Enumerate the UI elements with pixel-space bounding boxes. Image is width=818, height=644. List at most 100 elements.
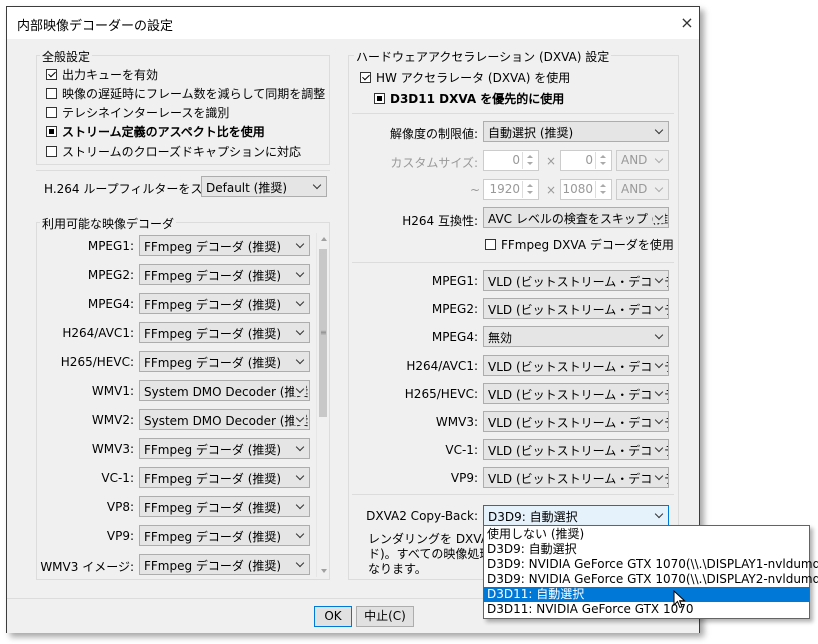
- copyback-select[interactable]: D3D9: 自動選択: [483, 505, 669, 526]
- dropdown-option[interactable]: 使用しない (推奨): [484, 527, 809, 542]
- decoder-label: MPEG2:: [87, 268, 134, 282]
- custom-width-spin: 0: [483, 150, 539, 171]
- chevron-down-icon: [294, 442, 306, 454]
- decoder-select[interactable]: FFmpeg デコーダ (推奨): [139, 554, 310, 575]
- telecine-label[interactable]: テレシネインターレースを識別: [62, 104, 229, 121]
- chevron-down-icon: [294, 384, 306, 396]
- stream-aspect-checkbox[interactable]: [46, 126, 57, 137]
- chevron-down-icon: [653, 509, 665, 521]
- stream-aspect-label[interactable]: ストリーム定義のアスペクト比を使用: [62, 123, 265, 140]
- copyback-label: DXVA2 Copy-Back:: [366, 509, 478, 523]
- dxva-separator-1: [352, 113, 674, 114]
- d3d11-label[interactable]: D3D11 DXVA を優先的に使用: [390, 90, 564, 107]
- dxva-decoder-select[interactable]: VLD (ビットストリーム・デコーディング): [483, 411, 669, 432]
- decoder-label: WMV2:: [91, 413, 134, 427]
- dxva-decoder-label: WMV3:: [435, 415, 478, 429]
- decoder-select[interactable]: FFmpeg デコーダ (推奨): [139, 322, 310, 343]
- and-value-1: AND: [621, 153, 648, 167]
- scroll-up-icon[interactable]: [321, 237, 327, 241]
- h264-loop-label: H.264 ループフィルターをスキッ: [44, 182, 227, 196]
- dxva-decoder-label: H264/AVC1:: [406, 359, 478, 373]
- copyback-value: D3D9: 自動選択: [488, 510, 578, 524]
- dxva-decoder-select[interactable]: VLD (ビットストリーム・デコーディング): [483, 355, 669, 376]
- cancel-button[interactable]: 中止(C): [356, 606, 414, 627]
- closed-caption-checkbox[interactable]: [46, 146, 57, 157]
- dxva-decoder-value: VLD (ビットストリーム・デコーディング): [488, 275, 668, 289]
- dropdown-option[interactable]: D3D9: 自動選択: [484, 542, 809, 557]
- decoders-group-label: 利用可能な映像デコーダ: [40, 215, 177, 232]
- dxva-decoder-label: H265/HEVC:: [404, 387, 478, 401]
- decoder-label: WMV1:: [91, 384, 134, 398]
- chevron-down-icon: [294, 297, 306, 309]
- title-bar: 内部映像デコーダーの設定 ×: [7, 7, 699, 39]
- frame-drop-label[interactable]: 映像の遅延時にフレーム数を減らして同期を調整: [62, 85, 325, 102]
- decoder-label: MPEG1:: [87, 239, 134, 253]
- close-icon[interactable]: ×: [679, 13, 695, 32]
- decoder-select[interactable]: FFmpeg デコーダ (推奨): [139, 351, 310, 372]
- h264-loop-select[interactable]: Default (推奨): [201, 176, 327, 197]
- decoder-value: FFmpeg デコーダ (推奨): [144, 559, 282, 573]
- dxva-decoder-value: 無効: [488, 331, 513, 345]
- decoder-label: MPEG4:: [87, 297, 134, 311]
- decoder-select[interactable]: FFmpeg デコーダ (推奨): [139, 525, 310, 546]
- decoder-value: FFmpeg デコーダ (推奨): [144, 472, 282, 486]
- resolution-label: 解像度の制限値:: [389, 127, 478, 141]
- dropdown-option[interactable]: D3D9: NVIDIA GeForce GTX 1070(\\.\DISPLA…: [484, 572, 818, 587]
- dxva-decoder-select[interactable]: VLD (ビットストリーム・デコーディング): [483, 270, 669, 291]
- dxva-decoder-select[interactable]: VLD (ビットストリーム・デコーディング): [483, 467, 669, 488]
- d3d11-checkbox[interactable]: [374, 93, 385, 104]
- decoder-scrollbar[interactable]: ≡: [316, 233, 329, 577]
- dropdown-option[interactable]: D3D11: NVIDIA GeForce GTX 1070: [484, 602, 809, 617]
- ffmpeg-dxva-label[interactable]: FFmpeg DXVA デコーダを使用: [501, 236, 674, 253]
- decoder-label: VP8:: [106, 500, 134, 514]
- ffmpeg-dxva-checkbox[interactable]: [485, 239, 496, 250]
- chevron-down-icon: [294, 239, 306, 251]
- hw-accel-label[interactable]: HW アクセラレータ (DXVA) を使用: [376, 69, 570, 86]
- h264-compat-select[interactable]: AVC レベルの検査をスキップ (推奨): [483, 207, 669, 228]
- and-select-1: AND: [616, 150, 669, 171]
- max-height-spin: 1080: [560, 179, 612, 200]
- decoder-label: H265/HEVC:: [60, 355, 134, 369]
- max-width-spin: 1920: [483, 179, 539, 200]
- scroll-down-icon[interactable]: [321, 569, 327, 573]
- spin-arrows-icon: [595, 181, 610, 198]
- decoder-label: WMV3 イメージ:: [40, 560, 134, 574]
- decoder-label: VC-1:: [101, 471, 134, 485]
- chevron-down-icon: [294, 355, 306, 367]
- decoder-select[interactable]: FFmpeg デコーダ (推奨): [139, 496, 310, 517]
- decoder-select[interactable]: System DMO Decoder (推奨): [139, 380, 310, 401]
- copyback-dropdown-list[interactable]: 使用しない (推奨) D3D9: 自動選択 D3D9: NVIDIA GeForce…: [483, 525, 818, 619]
- decoder-select[interactable]: System DMO Decoder (推奨): [139, 409, 310, 430]
- resolution-value: 自動選択 (推奨): [488, 126, 574, 140]
- hw-accel-checkbox[interactable]: [360, 72, 371, 83]
- decoder-select[interactable]: FFmpeg デコーダ (推奨): [139, 467, 310, 488]
- dropdown-option[interactable]: D3D11: 自動選択: [484, 587, 809, 602]
- frame-drop-checkbox[interactable]: [46, 88, 57, 99]
- dxva-decoder-select[interactable]: VLD (ビットストリーム・デコーディング): [483, 298, 669, 319]
- h264-compat-label: H264 互換性:: [402, 214, 478, 228]
- decoder-select[interactable]: FFmpeg デコーダ (推奨): [139, 293, 310, 314]
- dropdown-option[interactable]: D3D9: NVIDIA GeForce GTX 1070(\\.\DISPLA…: [484, 557, 818, 572]
- decoder-select[interactable]: FFmpeg デコーダ (推奨): [139, 438, 310, 459]
- dxva-decoder-select[interactable]: VLD (ビットストリーム・デコーディング): [483, 383, 669, 404]
- decoder-select[interactable]: FFmpeg デコーダ (推奨): [139, 235, 310, 256]
- chevron-down-icon: [653, 211, 665, 223]
- decoder-value: FFmpeg デコーダ (推奨): [144, 269, 282, 283]
- output-queue-label[interactable]: 出力キューを有効: [62, 66, 158, 83]
- dxva-decoder-label: MPEG1:: [431, 274, 478, 288]
- dxva-decoder-select[interactable]: 無効: [483, 326, 669, 347]
- decoder-select[interactable]: FFmpeg デコーダ (推奨): [139, 264, 310, 285]
- decoder-value: FFmpeg デコーダ (推奨): [144, 501, 282, 515]
- dxva-decoder-select[interactable]: VLD (ビットストリーム・デコーディング): [483, 439, 669, 460]
- telecine-checkbox[interactable]: [46, 107, 57, 118]
- output-queue-checkbox[interactable]: [46, 69, 57, 80]
- decoder-value: FFmpeg デコーダ (推奨): [144, 443, 282, 457]
- chevron-down-icon: [294, 558, 306, 570]
- chevron-down-icon: [653, 302, 665, 314]
- closed-caption-label[interactable]: ストリームのクローズドキャプションに対応: [62, 143, 301, 160]
- general-separator: [36, 170, 330, 171]
- ok-button[interactable]: OK: [314, 606, 352, 627]
- dxva-decoder-label: MPEG4:: [431, 330, 478, 344]
- chevron-down-icon: [294, 500, 306, 512]
- resolution-select[interactable]: 自動選択 (推奨): [483, 121, 669, 142]
